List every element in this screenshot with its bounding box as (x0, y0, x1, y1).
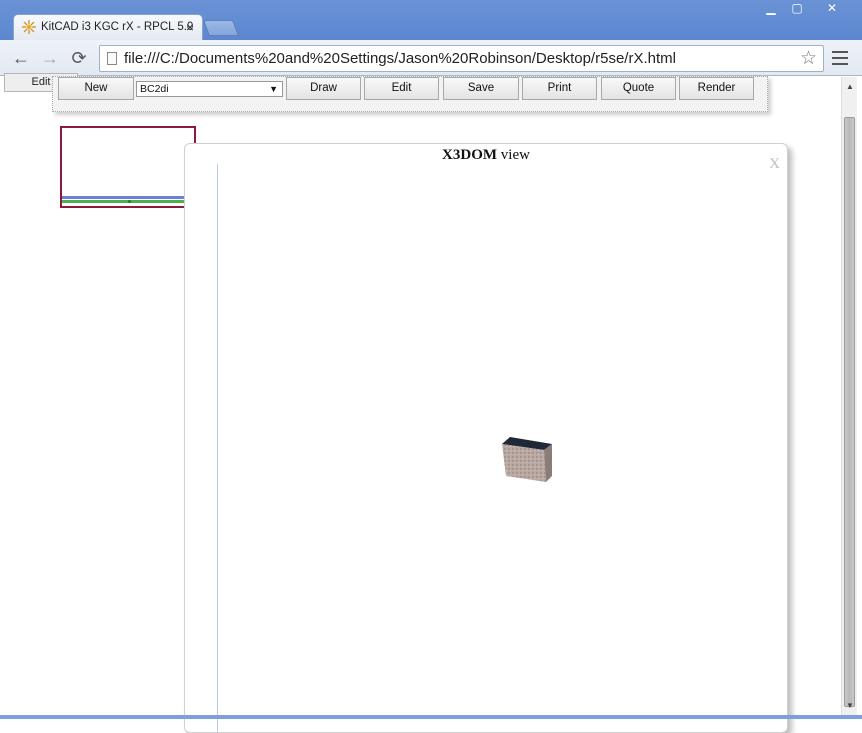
tab-title: KitCAD i3 KGC rX - RPCL 5.0 (41, 21, 194, 33)
kitcad-favicon-icon (22, 20, 36, 34)
quote-button[interactable]: Quote (601, 77, 676, 100)
maximize-button[interactable]: ▢ (784, 0, 810, 17)
forward-arrow-icon[interactable]: → (38, 46, 62, 70)
close-window-button[interactable]: ✕ (810, 0, 854, 17)
design-select-value: BC2di (140, 83, 169, 95)
dialog-title: X3DOM view (185, 147, 787, 164)
minimize-button[interactable]: ▁ (758, 0, 784, 17)
window-bottom-border (0, 715, 862, 719)
design-select[interactable]: BC2di ▼ (136, 81, 283, 97)
x3d-canvas[interactable] (217, 164, 784, 732)
dialog-title-bold: X3DOM (442, 147, 498, 163)
control-panel: New BC2di ▼ Draw Edit Save Print Quote R… (52, 76, 768, 112)
menu-icon[interactable] (832, 47, 848, 69)
dropdown-arrow-icon: ▼ (269, 84, 278, 94)
back-arrow-icon[interactable]: ← (9, 46, 33, 70)
browser-titlebar: KitCAD i3 KGC rX - RPCL 5.0 × ▁ ▢ ✕ (0, 0, 862, 40)
thumbnail-blue-line (62, 196, 194, 199)
new-button[interactable]: New (58, 77, 134, 100)
reload-icon[interactable]: ⟳ (67, 46, 91, 70)
vertical-scrollbar[interactable]: ▲ ▼ (841, 77, 857, 715)
save-button[interactable]: Save (443, 77, 519, 100)
scroll-up-arrow-icon[interactable]: ▲ (846, 82, 854, 91)
window-controls: ▁ ▢ ✕ (758, 0, 854, 18)
x3dom-view-dialog: X3DOM view X (184, 143, 788, 733)
page-icon (107, 52, 117, 65)
new-tab-button[interactable] (203, 20, 239, 36)
bookmark-star-icon[interactable]: ☆ (800, 47, 817, 70)
url-text[interactable]: file:///C:/Documents%20and%20Settings/Ja… (124, 50, 676, 67)
draw-button[interactable]: Draw (286, 77, 361, 100)
edit-button[interactable]: Edit (364, 77, 439, 100)
browser-toolbar: ← → ⟳ file:///C:/Documents%20and%20Setti… (0, 40, 862, 76)
thumbnail-point (128, 200, 131, 203)
browser-tab[interactable]: KitCAD i3 KGC rX - RPCL 5.0 × (13, 14, 203, 40)
scroll-down-arrow-icon[interactable]: ▼ (846, 701, 854, 710)
address-bar[interactable]: file:///C:/Documents%20and%20Settings/Ja… (99, 45, 824, 72)
rendered-box-model (502, 437, 552, 482)
print-button[interactable]: Print (522, 77, 597, 100)
render-button[interactable]: Render (679, 77, 754, 100)
dialog-title-rest: view (497, 147, 530, 163)
scrollbar-thumb[interactable] (844, 117, 855, 707)
design-thumbnail[interactable] (60, 126, 196, 208)
tab-close-icon[interactable]: × (186, 18, 194, 36)
